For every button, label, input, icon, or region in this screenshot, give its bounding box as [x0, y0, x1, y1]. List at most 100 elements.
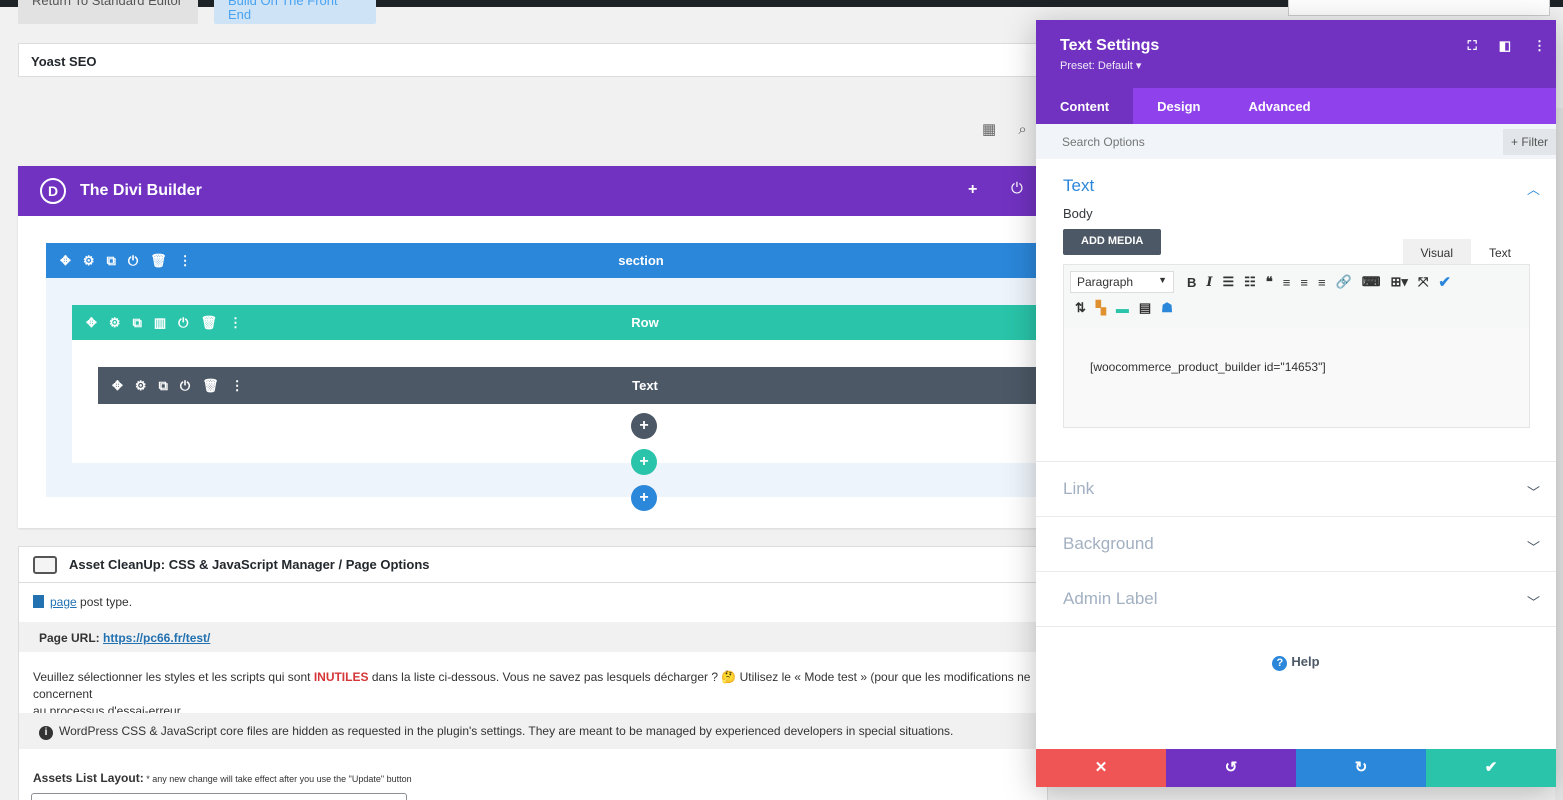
add-module-button[interactable]: + [631, 413, 657, 439]
frontend-label: Build On The Front End [228, 0, 338, 22]
text-settings-modal: Text Settings Preset: Default ▾ ⛶ ◧ ⋮ Cont… [1036, 20, 1556, 787]
notice-strong: INUTILES [313, 670, 369, 684]
add-media-button[interactable]: ADD MEDIA [1063, 229, 1162, 255]
save-button[interactable]: ✔ [1426, 749, 1556, 787]
book-icon [33, 595, 44, 608]
split-view-icon[interactable]: ◧ [1499, 38, 1511, 53]
modal-header: Text Settings Preset: Default ▾ ⛶ ◧ ⋮ [1036, 20, 1556, 88]
add-section-button[interactable]: + [631, 485, 657, 511]
divi-builder-panel: D The Divi Builder + ⏻ ✥ ⚙ ⧉ ⏻ 🗑 ⋮ section ✥ ⚙… [18, 166, 1048, 528]
italic-icon[interactable]: I [1206, 275, 1212, 290]
divider-icon[interactable]: ▬ [1116, 301, 1129, 316]
table-icon[interactable]: ⊞▾ [1391, 274, 1408, 290]
layout-icon[interactable]: ▦ [982, 121, 996, 138]
fullscreen-icon[interactable]: ⛶ [1468, 38, 1477, 53]
body-editor: ADD MEDIA Visual Text Paragraph ▼ B I ☰ ☷… [1063, 229, 1530, 439]
assets-layout-hint: * any new change will take effect after … [143, 774, 412, 784]
return-label: Return To Standard Editor [32, 0, 183, 8]
filter-button[interactable]: + Filter [1502, 129, 1556, 155]
asset-cleanup-panel: Asset CleanUp: CSS & JavaScript Manager … [18, 546, 1049, 800]
check-icon[interactable]: ✔ [1438, 273, 1451, 291]
yoast-label: Yoast SEO [31, 54, 97, 69]
section-container: ✥ ⚙ ⧉ ⏻ 🗑 ⋮ section ✥ ⚙ ⧉ ▥ ⏻ 🗑 ⋮ Row ✥ ⚙ ⧉ ⏻ 🗑 ⋮ Text [46, 243, 1048, 497]
row-bar[interactable]: ✥ ⚙ ⧉ ▥ ⏻ 🗑 ⋮ Row [72, 305, 1048, 340]
search-options-bar: + Filter [1036, 124, 1556, 160]
power-icon[interactable]: ⏻ [1011, 180, 1023, 197]
list-box-icon[interactable]: ▤ [1139, 300, 1151, 316]
toolbar-row-2: ⇅ ▚ ▬ ▤ ☗ [1070, 295, 1523, 321]
link-toggle[interactable]: Link ﹀ [1036, 462, 1556, 517]
asset-cleanup-header: Asset CleanUp: CSS & JavaScript Manager … [19, 547, 1047, 583]
core-notice-text: WordPress CSS & JavaScript core files ar… [59, 724, 954, 738]
post-type-link[interactable]: page [50, 595, 77, 609]
add-row-button[interactable]: + [631, 449, 657, 475]
keyboard-icon[interactable]: ⌨ [1362, 274, 1381, 290]
text-tab[interactable]: Text [1470, 239, 1529, 267]
chevron-down-icon: ﹀ [1526, 595, 1540, 610]
assets-layout-label: Assets List Layout: [33, 771, 144, 785]
help-icon: ? [1272, 656, 1288, 671]
bold-icon[interactable]: B [1187, 275, 1196, 290]
help-label: Help [1291, 654, 1320, 669]
color-grid-icon[interactable]: ▚ [1096, 300, 1106, 316]
divi-builder-title: The Divi Builder [80, 182, 202, 199]
text-toggle-title[interactable]: Text [1036, 159, 1556, 206]
format-select-value: Paragraph [1077, 275, 1134, 289]
background-toggle-title: Background [1063, 534, 1154, 553]
top-search-input[interactable] [1288, 0, 1550, 16]
tab-advanced[interactable]: Advanced [1224, 88, 1334, 124]
editor-content: [woocommerce_product_builder id="14653"] [1090, 360, 1326, 374]
info-icon: i [39, 726, 53, 740]
search-options-input[interactable] [1036, 124, 1436, 160]
numbered-list-icon[interactable]: ☷ [1244, 274, 1256, 290]
core-files-notice: i WordPress CSS & JavaScript core files a… [19, 713, 1049, 749]
yoast-seo-panel[interactable]: Yoast SEO [18, 43, 1048, 77]
more-options-icon[interactable]: ⋮ [1533, 38, 1546, 53]
editor-toolbar: Paragraph ▼ B I ☰ ☷ ❝ ≡ ≡ ≡ 🔗 ⌨ ⊞▾ ⤧ ✔ ⇅ [1063, 264, 1530, 328]
text-module-bar[interactable]: ✥ ⚙ ⧉ ⏻ 🗑 ⋮ Text [98, 367, 1048, 404]
tab-content[interactable]: Content [1036, 88, 1134, 124]
post-type-suffix: post type. [76, 595, 133, 609]
undo-button[interactable]: ↺ [1166, 749, 1296, 787]
align-left-icon[interactable]: ≡ [1283, 275, 1291, 290]
modal-header-actions: ⛶ ◧ ⋮ [1446, 38, 1546, 54]
admin-label-toggle[interactable]: Admin Label ﹀ [1036, 572, 1556, 627]
align-right-icon[interactable]: ≡ [1318, 275, 1326, 290]
divi-builder-header: D The Divi Builder + ⏻ [18, 166, 1048, 216]
section-bar[interactable]: ✥ ⚙ ⧉ ⏻ 🗑 ⋮ section [46, 243, 1048, 278]
add-layout-icon[interactable]: + [968, 181, 977, 199]
visual-tab[interactable]: Visual [1402, 239, 1471, 267]
bullet-list-icon[interactable]: ☰ [1222, 274, 1234, 290]
user-icon[interactable]: ☗ [1161, 300, 1173, 316]
tab-design[interactable]: Design [1133, 88, 1224, 124]
format-select[interactable]: Paragraph ▼ [1070, 271, 1174, 293]
zoom-icon[interactable]: ⌕ [1018, 121, 1026, 138]
redo-button[interactable]: ↻ [1296, 749, 1426, 787]
body-label: Body [1063, 206, 1093, 221]
editor-canvas [1064, 328, 1529, 427]
toolbar-row-1: Paragraph ▼ B I ☰ ☷ ❝ ≡ ≡ ≡ 🔗 ⌨ ⊞▾ ⤧ ✔ [1070, 269, 1523, 295]
link-icon[interactable]: 🔗 [1336, 274, 1352, 290]
link-toggle-title: Link [1063, 479, 1095, 498]
shortcode-icon[interactable]: ⇅ [1075, 300, 1086, 316]
caret-down-icon: ▼ [1158, 275, 1167, 285]
help-link[interactable]: ? Help [1036, 654, 1556, 671]
text-module-label: Text [632, 378, 658, 393]
editor-textarea[interactable]: [woocommerce_product_builder id="14653"] [1063, 328, 1530, 428]
page-url-line: Page URL: https://pc66.fr/test/ [19, 622, 1049, 652]
preset-dropdown[interactable]: Preset: Default ▾ [1060, 59, 1532, 72]
quote-icon[interactable]: ❝ [1266, 274, 1273, 290]
page-scrollbar[interactable] [1555, 108, 1563, 800]
editor-mode-tabs: Visual Text [1402, 239, 1529, 267]
chevron-up-icon[interactable]: ︿ [1527, 179, 1540, 198]
asset-cleanup-title: Asset CleanUp: CSS & JavaScript Manager … [69, 557, 430, 572]
build-on-front-end-button[interactable]: Build On The Front End [214, 0, 376, 24]
cancel-button[interactable]: ✕ [1036, 749, 1166, 787]
modal-tabs: Content Design Advanced [1036, 88, 1556, 124]
background-toggle[interactable]: Background ﹀ [1036, 517, 1556, 572]
expand-icon[interactable]: ⤧ [1418, 274, 1428, 290]
align-center-icon[interactable]: ≡ [1300, 275, 1308, 290]
assets-layout-select[interactable] [31, 793, 407, 800]
page-url-link[interactable]: https://pc66.fr/test/ [103, 631, 210, 645]
return-to-standard-editor-button[interactable]: Return To Standard Editor [18, 0, 198, 24]
